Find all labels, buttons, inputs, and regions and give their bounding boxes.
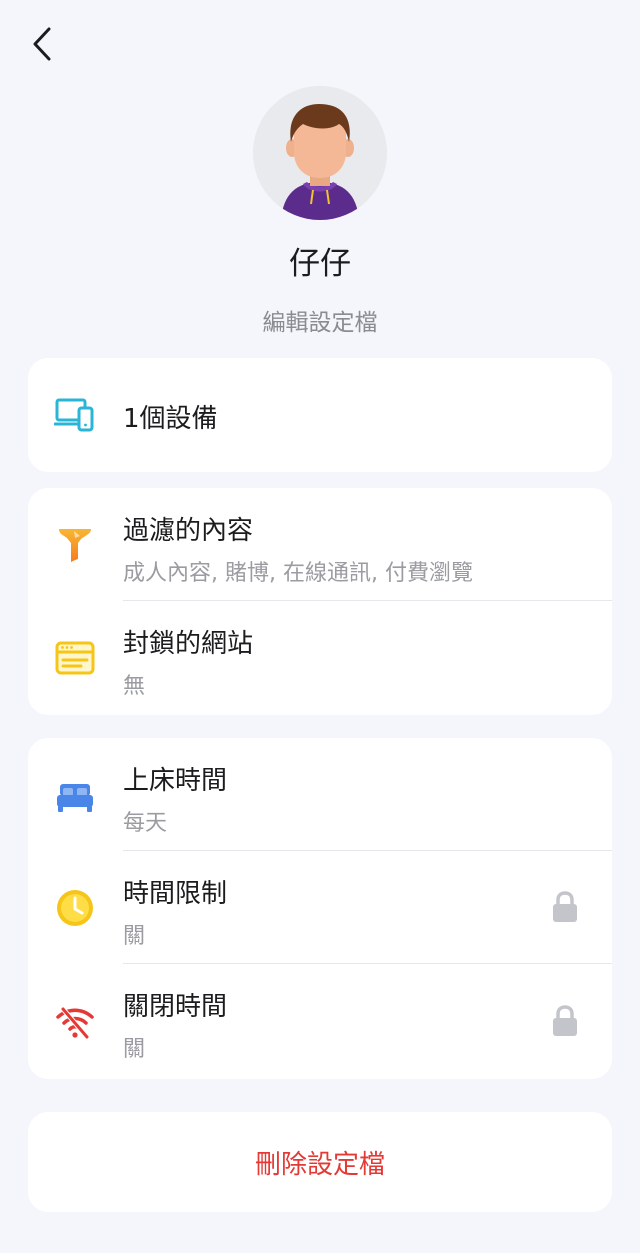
devices-row[interactable]: 1個設備 xyxy=(28,358,612,472)
profile-header: 仔仔 編輯設定檔 xyxy=(0,86,640,337)
wifi-off-icon xyxy=(54,1002,96,1044)
devices-label: 1個設備 xyxy=(123,404,218,434)
blocked-sites-subtitle: 無 xyxy=(123,674,146,699)
devices-icon xyxy=(54,394,96,436)
avatar[interactable] xyxy=(253,86,387,220)
bedtime-subtitle: 每天 xyxy=(123,811,168,836)
content-settings-card: 過濾的內容 成人內容, 賭博, 在線通訊, 付費瀏覽 封鎖的網站 無 xyxy=(28,488,612,715)
bedtime-row[interactable]: 上床時間 每天 xyxy=(28,738,612,851)
offtime-title: 關閉時間 xyxy=(123,992,228,1022)
time-settings-card: 上床時間 每天 時間限制 關 關閉時間 關 xyxy=(28,738,612,1079)
time-limit-subtitle: 關 xyxy=(123,924,146,949)
back-button[interactable] xyxy=(22,24,62,64)
lock-icon xyxy=(550,1004,580,1038)
blocked-sites-title: 封鎖的網站 xyxy=(123,629,254,659)
time-limit-row[interactable]: 時間限制 關 xyxy=(28,851,612,964)
profile-settings-page: 仔仔 編輯設定檔 1個設備 過濾的內容 成人內容, 賭博, 在線通訊, 付費瀏覽… xyxy=(0,0,640,1253)
time-limit-title: 時間限制 xyxy=(123,879,228,909)
bedtime-title: 上床時間 xyxy=(123,766,228,796)
filtered-content-title: 過濾的內容 xyxy=(123,516,254,546)
filtered-content-row[interactable]: 過濾的內容 成人內容, 賭博, 在線通訊, 付費瀏覽 xyxy=(28,488,612,601)
devices-card: 1個設備 xyxy=(28,358,612,472)
edit-profile-link[interactable]: 編輯設定檔 xyxy=(263,303,378,337)
boy-avatar-icon xyxy=(253,86,387,220)
delete-profile-label: 刪除設定檔 xyxy=(254,1149,385,1180)
bed-icon xyxy=(54,776,96,818)
offtime-subtitle: 關 xyxy=(123,1037,146,1062)
blocked-sites-row[interactable]: 封鎖的網站 無 xyxy=(28,601,612,714)
offtime-row[interactable]: 關閉時間 關 xyxy=(28,964,612,1077)
filtered-content-subtitle: 成人內容, 賭博, 在線通訊, 付費瀏覽 xyxy=(123,561,473,586)
clock-icon xyxy=(54,887,96,929)
browser-window-icon xyxy=(54,637,96,679)
chevron-left-icon xyxy=(33,27,51,61)
profile-name: 仔仔 xyxy=(289,246,351,282)
delete-profile-button[interactable]: 刪除設定檔 xyxy=(28,1112,612,1212)
filter-icon xyxy=(54,524,96,566)
lock-icon xyxy=(550,890,580,924)
